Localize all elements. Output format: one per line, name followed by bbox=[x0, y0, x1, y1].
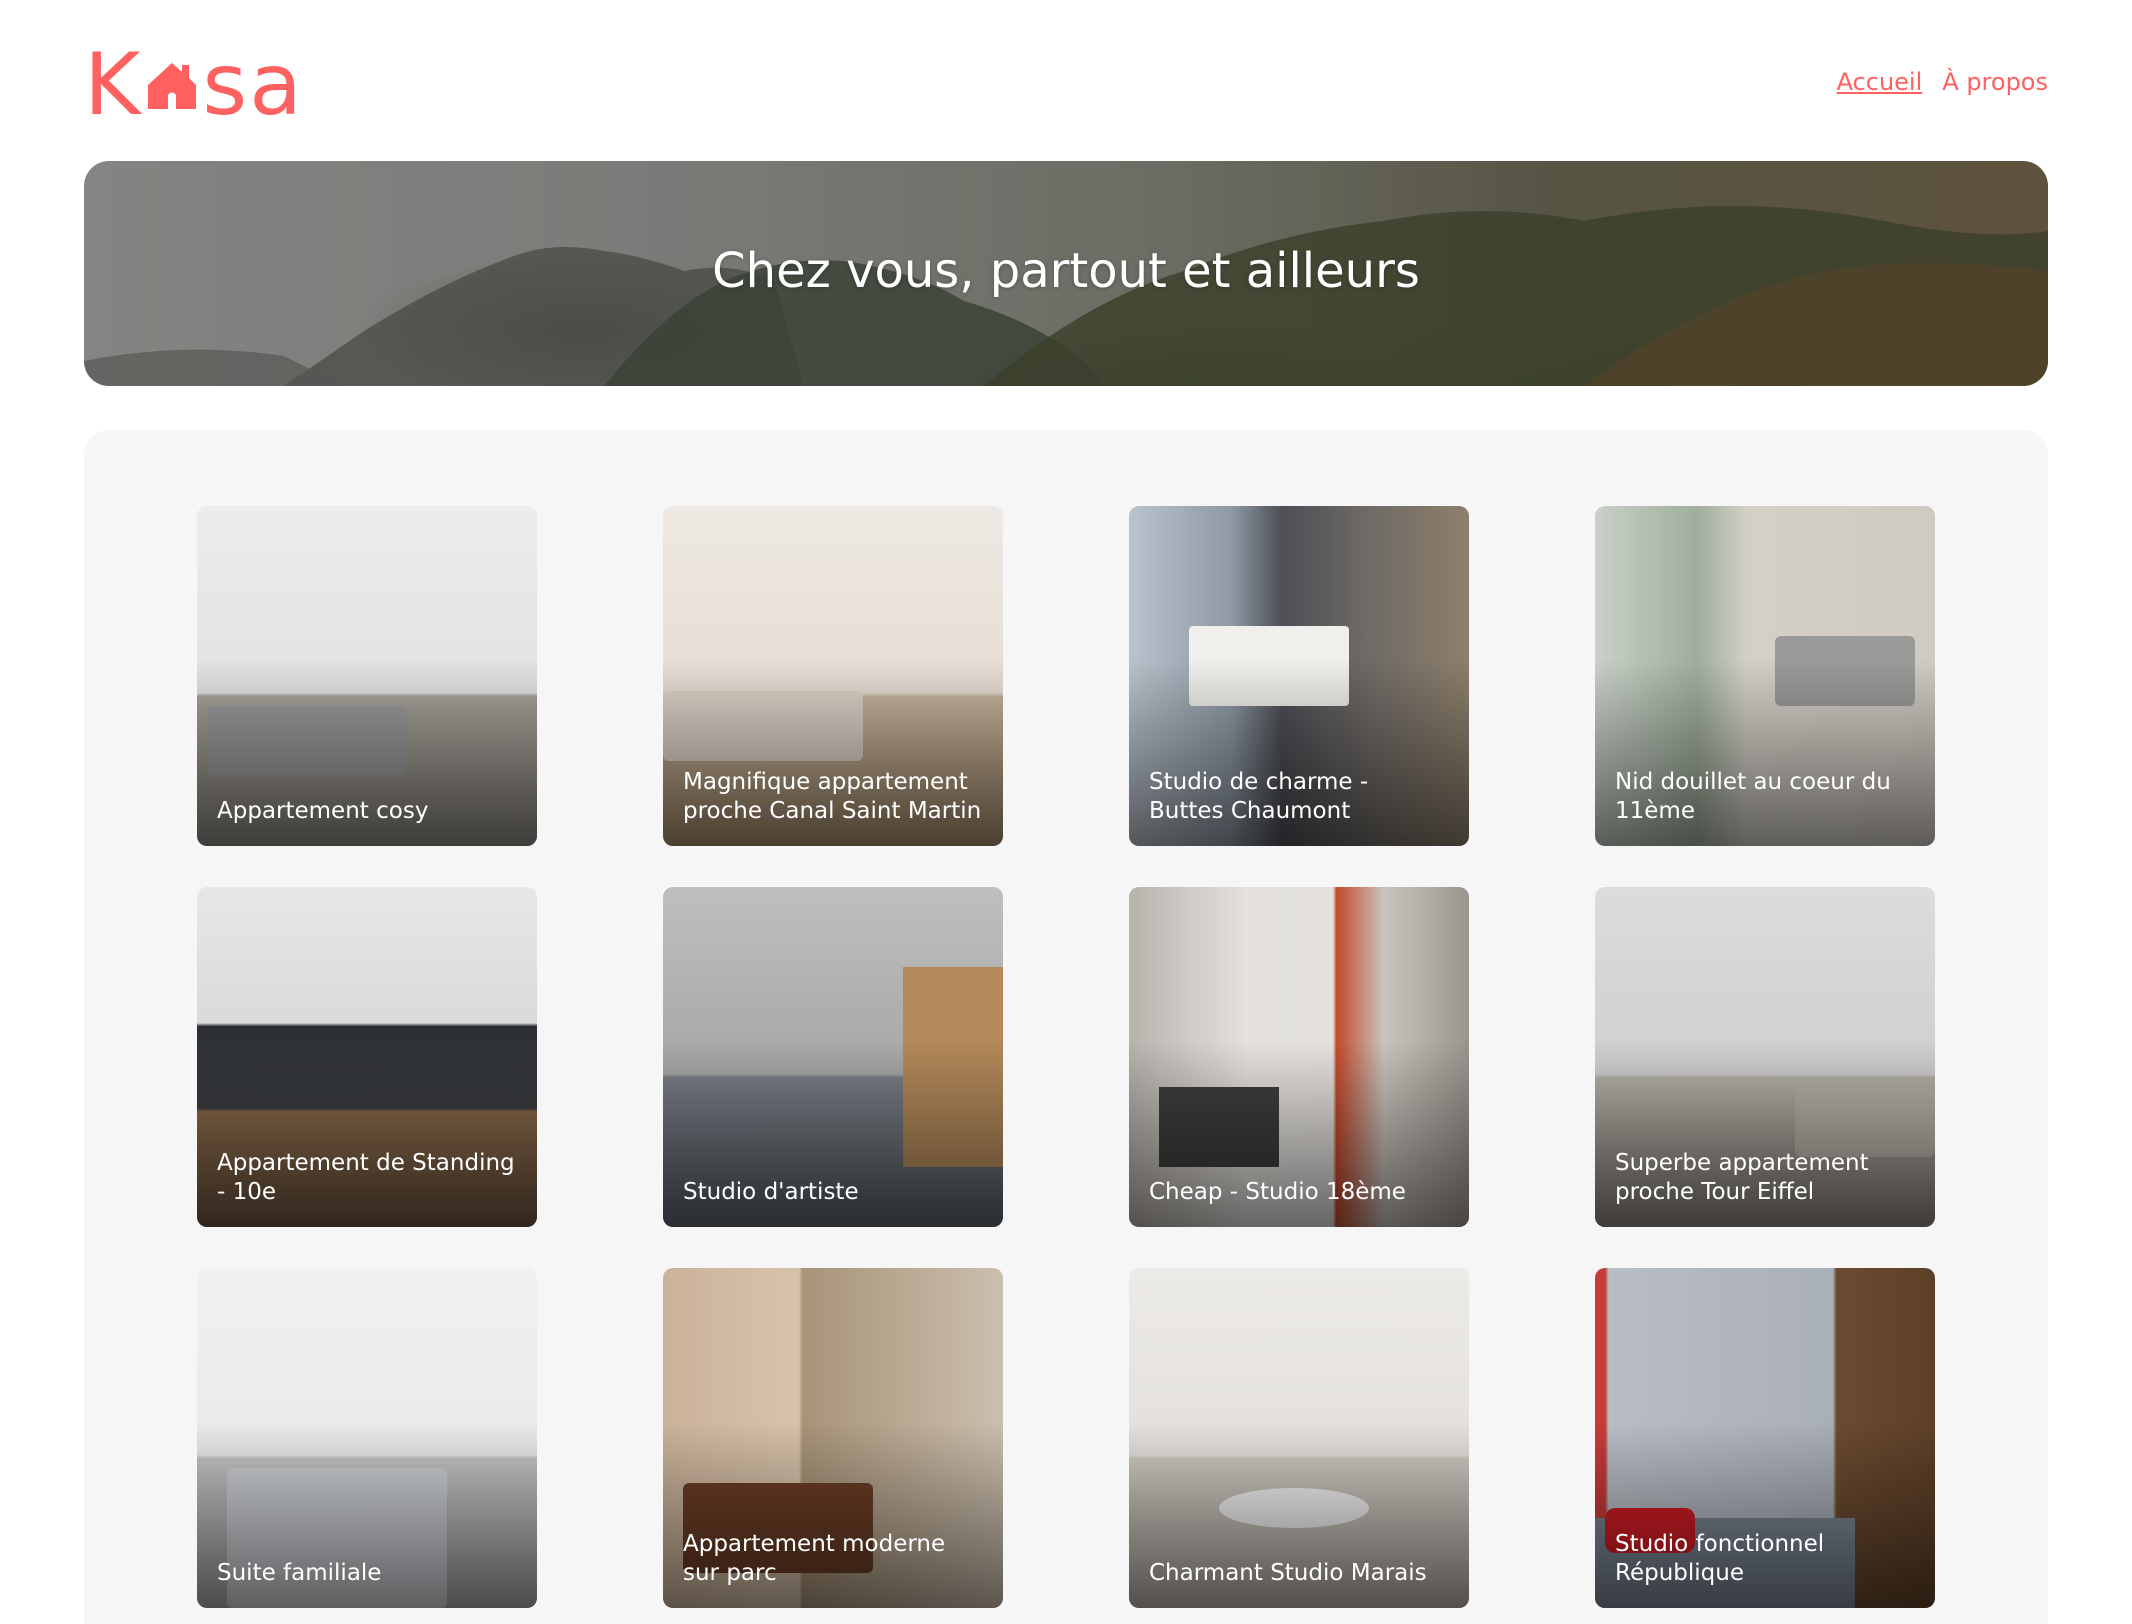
listing-card[interactable]: Charmant Studio Marais bbox=[1129, 1268, 1469, 1608]
listing-title: Appartement moderne sur parc bbox=[683, 1531, 946, 1586]
listing-title: Suite familiale bbox=[217, 1560, 382, 1586]
listings-gallery: Appartement cosy Magnifique appartement … bbox=[84, 430, 2048, 1624]
listing-card[interactable]: Studio d'artiste bbox=[663, 887, 1003, 1227]
listing-title: Studio d'artiste bbox=[683, 1179, 859, 1205]
listing-title: Superbe appartement proche Tour Eiffel bbox=[1615, 1150, 1869, 1205]
main-nav: Accueil À propos bbox=[1837, 66, 2048, 98]
listing-title: Nid douillet au coeur du 11ème bbox=[1615, 769, 1891, 824]
hero-banner: Chez vous, partout et ailleurs bbox=[84, 161, 2048, 386]
listing-title: Cheap - Studio 18ème bbox=[1149, 1179, 1406, 1205]
listing-title: Studio fonctionnel République bbox=[1615, 1531, 1825, 1586]
house-icon bbox=[148, 63, 197, 109]
listing-title: Charmant Studio Marais bbox=[1149, 1560, 1427, 1586]
listing-card[interactable]: Appartement moderne sur parc bbox=[663, 1268, 1003, 1608]
listing-title: Studio de charme - Buttes Chaumont bbox=[1149, 769, 1369, 824]
logo[interactable]: K sa bbox=[84, 40, 304, 130]
listing-card[interactable]: Appartement cosy bbox=[197, 506, 537, 846]
listing-card[interactable]: Appartement de Standing - 10e bbox=[197, 887, 537, 1227]
listing-card[interactable]: Magnifique appartement proche Canal Sain… bbox=[663, 506, 1003, 846]
header: K sa Accueil À propos bbox=[84, 40, 2048, 130]
nav-link-a-propos[interactable]: À propos bbox=[1942, 66, 2048, 98]
listing-card[interactable]: Superbe appartement proche Tour Eiffel bbox=[1595, 887, 1935, 1227]
listing-card[interactable]: Suite familiale bbox=[197, 1268, 537, 1608]
listing-title: Appartement de Standing - 10e bbox=[217, 1150, 515, 1205]
listing-card[interactable]: Studio de charme - Buttes Chaumont bbox=[1129, 506, 1469, 846]
banner-title: Chez vous, partout et ailleurs bbox=[712, 243, 1420, 299]
listing-title: Appartement cosy bbox=[217, 798, 429, 824]
listing-card[interactable]: Cheap - Studio 18ème bbox=[1129, 887, 1469, 1227]
listing-card[interactable]: Nid douillet au coeur du 11ème bbox=[1595, 506, 1935, 846]
listing-card[interactable]: Studio fonctionnel République bbox=[1595, 1268, 1935, 1608]
listing-title: Magnifique appartement proche Canal Sain… bbox=[683, 769, 982, 824]
nav-link-accueil[interactable]: Accueil bbox=[1837, 66, 1923, 98]
logo-letter-k: K bbox=[84, 35, 143, 135]
logo-letters-sa: sa bbox=[202, 35, 304, 135]
